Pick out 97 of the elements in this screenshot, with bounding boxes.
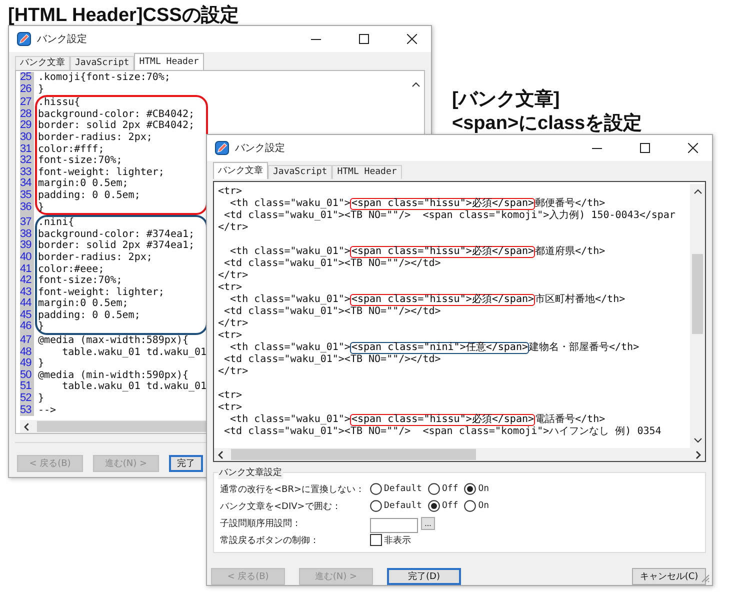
line-number: 32 xyxy=(20,155,32,167)
code-line: <td class="waku_01"><TB NO=""/></td> xyxy=(223,306,441,318)
code-text: 都道府県</th> xyxy=(535,246,606,258)
line-number: 28 xyxy=(20,108,32,120)
line-number: 30 xyxy=(20,132,32,144)
group-title: バンク文章設定 xyxy=(218,466,283,479)
code-line: border: solid 2px #CB4042; xyxy=(38,120,196,132)
code-line: <tr> xyxy=(218,186,242,198)
line-number: 40 xyxy=(20,252,32,264)
code-text: 建物名・部屋番号</th> xyxy=(529,342,640,354)
code-line: <td class="waku_01"><TB NO=""/> <span class="komoji">ハイフンなし 例) 0354 xyxy=(223,426,662,438)
code-line: } xyxy=(38,202,46,214)
code-line: <td class="waku_01"><TB NO=""/> <span class="komoji">入力例) 150-0043</spar xyxy=(223,210,676,222)
line-number: 36 xyxy=(20,202,32,214)
code-line: <tr> xyxy=(218,282,242,294)
line-number: 53 xyxy=(20,404,32,416)
code-line: <tr> xyxy=(218,330,242,342)
code-line: background-color: #CB4042; xyxy=(38,108,196,120)
code-line: border-radius: 2px; xyxy=(38,132,154,144)
code-line: background-color: #374ea1; xyxy=(38,228,196,240)
code-line: .nini{ xyxy=(38,217,76,229)
line-number: 48 xyxy=(20,346,32,358)
setting-label: 通常の改行を<BR>に置換しない： xyxy=(220,484,366,496)
code-line: padding: 0 0.5em; xyxy=(38,190,142,202)
code-text: <th class="waku_01"> xyxy=(229,414,350,426)
code-text: <th class="waku_01"> xyxy=(229,246,350,258)
code-line: margin:0 0.5em; xyxy=(38,178,130,190)
code-line: font-size:70%; xyxy=(38,155,124,167)
line-number: 52 xyxy=(20,393,32,405)
highlighted-code: <span class="hissu">必須</span> xyxy=(350,246,536,258)
code-text: 郵便番号</th> xyxy=(535,198,606,210)
code-line: margin:0 0.5em; xyxy=(38,298,130,310)
code-line: </tr> xyxy=(218,222,248,234)
line-number: 44 xyxy=(20,298,32,310)
code-text: <th class="waku_01"> xyxy=(229,294,350,306)
line-number: 41 xyxy=(20,264,32,275)
code-line: color:#eee; xyxy=(38,264,106,275)
code-line: font-weight: lighter; xyxy=(38,286,166,298)
code-line: } xyxy=(38,393,46,405)
setting-label: 子設問順序用設問： xyxy=(220,518,302,530)
code-line: border-radius: 2px; xyxy=(38,252,154,264)
code-line: <tr> xyxy=(218,402,242,414)
line-number: 43 xyxy=(20,286,32,298)
highlighted-code: <span class="hissu">必須</span> xyxy=(350,294,536,306)
line-number: 47 xyxy=(20,335,32,347)
line-number: 25 xyxy=(20,72,32,84)
code-line: padding: 0 0.5em; xyxy=(38,310,142,322)
code-line: } xyxy=(38,84,46,96)
code-text: <th class="waku_01"> xyxy=(229,198,350,210)
section-heading: [バンク文章] xyxy=(452,88,560,112)
code-line: .hissu{ xyxy=(38,97,82,109)
line-number: 26 xyxy=(20,84,32,96)
line-number: 50 xyxy=(20,370,32,381)
code-line: } xyxy=(38,358,46,370)
line-number: 37 xyxy=(20,217,32,229)
line-number: 45 xyxy=(20,310,32,321)
code-line: @media (max-width:589px){ xyxy=(38,335,190,347)
code-line: </tr> xyxy=(218,318,248,330)
code-line: </tr> xyxy=(218,366,248,378)
code-line: table.waku_01 td.waku_01 xyxy=(61,346,207,358)
line-number: 51 xyxy=(20,381,32,393)
code-line: .komoji{font-size:70%; xyxy=(38,72,170,84)
code-line: font-weight: lighter; xyxy=(38,166,166,178)
window-title: バンク設定 xyxy=(235,142,285,155)
code-line: <tr> xyxy=(218,390,242,402)
code-line: color:#fff; xyxy=(38,144,106,155)
setting-label: 常設戻るボタンの制御： xyxy=(220,534,320,546)
window-title: バンク設定 xyxy=(37,32,87,46)
line-number: 38 xyxy=(20,228,32,240)
line-number: 46 xyxy=(20,321,32,334)
highlighted-code: <span class="hissu">必須</span> xyxy=(350,198,536,210)
line-number: 27 xyxy=(20,97,32,109)
code-line: } xyxy=(38,321,44,334)
line-number: 29 xyxy=(20,120,32,132)
code-line: <td class="waku_01"><TB NO=""/></td> xyxy=(223,258,441,270)
code-line: font-size:70%; xyxy=(38,275,124,287)
code-line: border: solid 2px #374ea1; xyxy=(38,240,196,252)
code-text: 電話番号</th> xyxy=(535,414,606,426)
code-line: </tr> xyxy=(218,270,248,282)
line-number: 42 xyxy=(20,275,32,287)
section-heading: <span>にclassを設定 xyxy=(452,112,642,136)
code-text: 市区町村番地</th> xyxy=(535,294,626,306)
code-line: <td class="waku_01"><TB NO=""/></td> xyxy=(223,354,441,366)
line-number: 34 xyxy=(20,178,32,190)
page-heading: [HTML Header]CSSの設定 xyxy=(8,4,239,28)
line-number: 39 xyxy=(20,240,32,252)
code-line: @media (min-width:590px){ xyxy=(38,370,190,381)
line-number: 31 xyxy=(20,144,32,155)
line-number: 49 xyxy=(20,358,32,370)
code-text: <th class="waku_01"> xyxy=(229,342,350,354)
line-number: 35 xyxy=(20,190,32,202)
line-number: 33 xyxy=(20,166,32,178)
highlighted-code: <span class="hissu">必須</span> xyxy=(350,414,536,426)
setting-label: バンク文章を<DIV>で囲む： xyxy=(220,500,342,512)
code-line: table.waku_01 td.waku_01 xyxy=(61,381,207,394)
highlighted-code: <span class="nini">任意</span> xyxy=(350,342,529,354)
code-line: --> xyxy=(38,404,58,416)
